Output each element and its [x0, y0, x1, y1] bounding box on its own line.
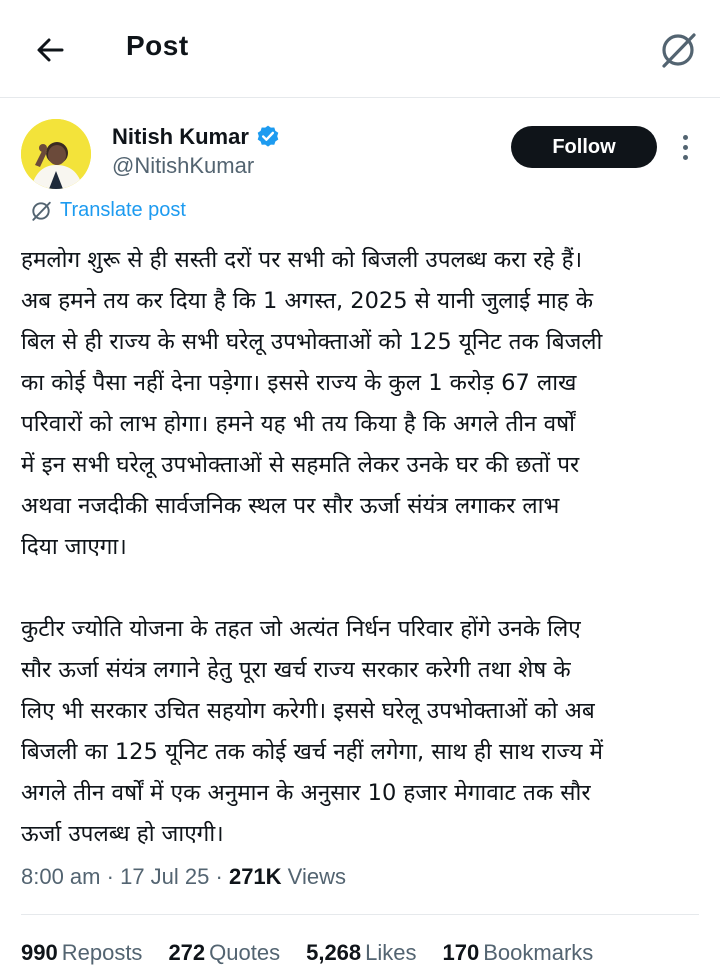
post-date[interactable]: 17 Jul 25: [120, 864, 209, 889]
grok-button[interactable]: [654, 26, 702, 74]
post-line: परिवारों को लाभ होगा। हमने यह भी तय किया…: [21, 411, 576, 437]
author-name[interactable]: Nitish Kumar: [112, 124, 249, 150]
grok-icon: [32, 201, 51, 221]
avatar[interactable]: [21, 119, 91, 189]
avatar-image: [21, 119, 91, 189]
likes-label: Likes: [365, 940, 417, 965]
views-label: Views: [287, 864, 346, 889]
likes-stat[interactable]: 5,268 Likes: [306, 940, 416, 966]
post-line: में इन सभी घरेलू उपभोक्ताओं से सहमति लेक…: [21, 452, 580, 478]
quotes-count: 272: [168, 940, 206, 965]
post-line: कुटीर ज्योति योजना के तहत जो अत्यंत निर्…: [21, 616, 581, 642]
meta-separator: ·: [106, 864, 114, 889]
engagement-stats: 990 Reposts 272 Quotes 5,268 Likes 170 Bookm…: [21, 940, 593, 966]
quotes-stat[interactable]: 272 Quotes: [168, 940, 280, 966]
post-line: सौर ऊर्जा संयंत्र लगाने हेतु पूरा खर्च र…: [21, 657, 571, 683]
reposts-stat[interactable]: 990 Reposts: [21, 940, 142, 966]
post-line: लिए भी सरकार उचित सहयोग करेगी। इससे घरेल…: [21, 698, 595, 724]
back-button[interactable]: [28, 28, 72, 72]
top-bar: Post: [0, 0, 720, 98]
post-time[interactable]: 8:00 am: [21, 864, 101, 889]
post-meta: 8:00 am · 17 Jul 25 · 271K Views: [21, 864, 346, 890]
verified-badge-icon: [257, 125, 279, 147]
likes-count: 5,268: [306, 940, 362, 965]
page-title: Post: [126, 30, 189, 61]
translate-post-link[interactable]: Translate post: [30, 199, 186, 222]
follow-button[interactable]: Follow: [511, 126, 657, 168]
post-line: अगले तीन वर्षों में एक अनुमान के अनुसार …: [21, 780, 591, 806]
post-line: दिया जाएगा।: [21, 534, 127, 560]
post-line: ऊर्जा उपलब्ध हो जाएगी।: [21, 821, 224, 847]
post-line: अब हमने तय कर दिया है कि 1 अगस्त, 2025 स…: [21, 288, 594, 314]
reposts-label: Reposts: [61, 940, 143, 965]
post-line: हमलोग शुरू से ही सस्ती दरों पर सभी को बि…: [21, 247, 583, 273]
bookmarks-count: 170: [442, 940, 480, 965]
more-dot-icon: [682, 144, 688, 150]
more-options-button[interactable]: [670, 132, 700, 162]
post-line: अथवा नजदीकी सार्वजनिक स्थल पर सौर ऊर्जा …: [21, 493, 560, 519]
grok-icon: [662, 33, 696, 68]
bookmarks-stat[interactable]: 170 Bookmarks: [443, 940, 594, 966]
post-line: बिजली का 125 यूनिट तक कोई खर्च नहीं लगेग…: [21, 739, 603, 765]
post-line: बिल से ही राज्य के सभी घरेलू उपभोक्ताओं …: [21, 329, 603, 355]
post-line: का कोई पैसा नहीं देना पड़ेगा। इससे राज्य…: [21, 370, 577, 396]
reposts-count: 990: [21, 940, 58, 965]
author-handle[interactable]: @NitishKumar: [112, 153, 254, 179]
more-dot-icon: [682, 154, 688, 160]
meta-separator: ·: [215, 864, 223, 889]
arrow-left-icon: [37, 38, 64, 62]
author-name-row: Nitish Kumar: [112, 124, 281, 150]
bookmarks-label: Bookmarks: [483, 940, 594, 965]
quotes-label: Quotes: [209, 940, 281, 965]
more-dot-icon: [682, 134, 688, 140]
views-count: 271K: [228, 864, 282, 889]
post-text: हमलोग शुरू से ही सस्ती दरों पर सभी को बि…: [21, 240, 706, 855]
divider: [21, 914, 699, 915]
translate-label: Translate post: [60, 199, 186, 221]
